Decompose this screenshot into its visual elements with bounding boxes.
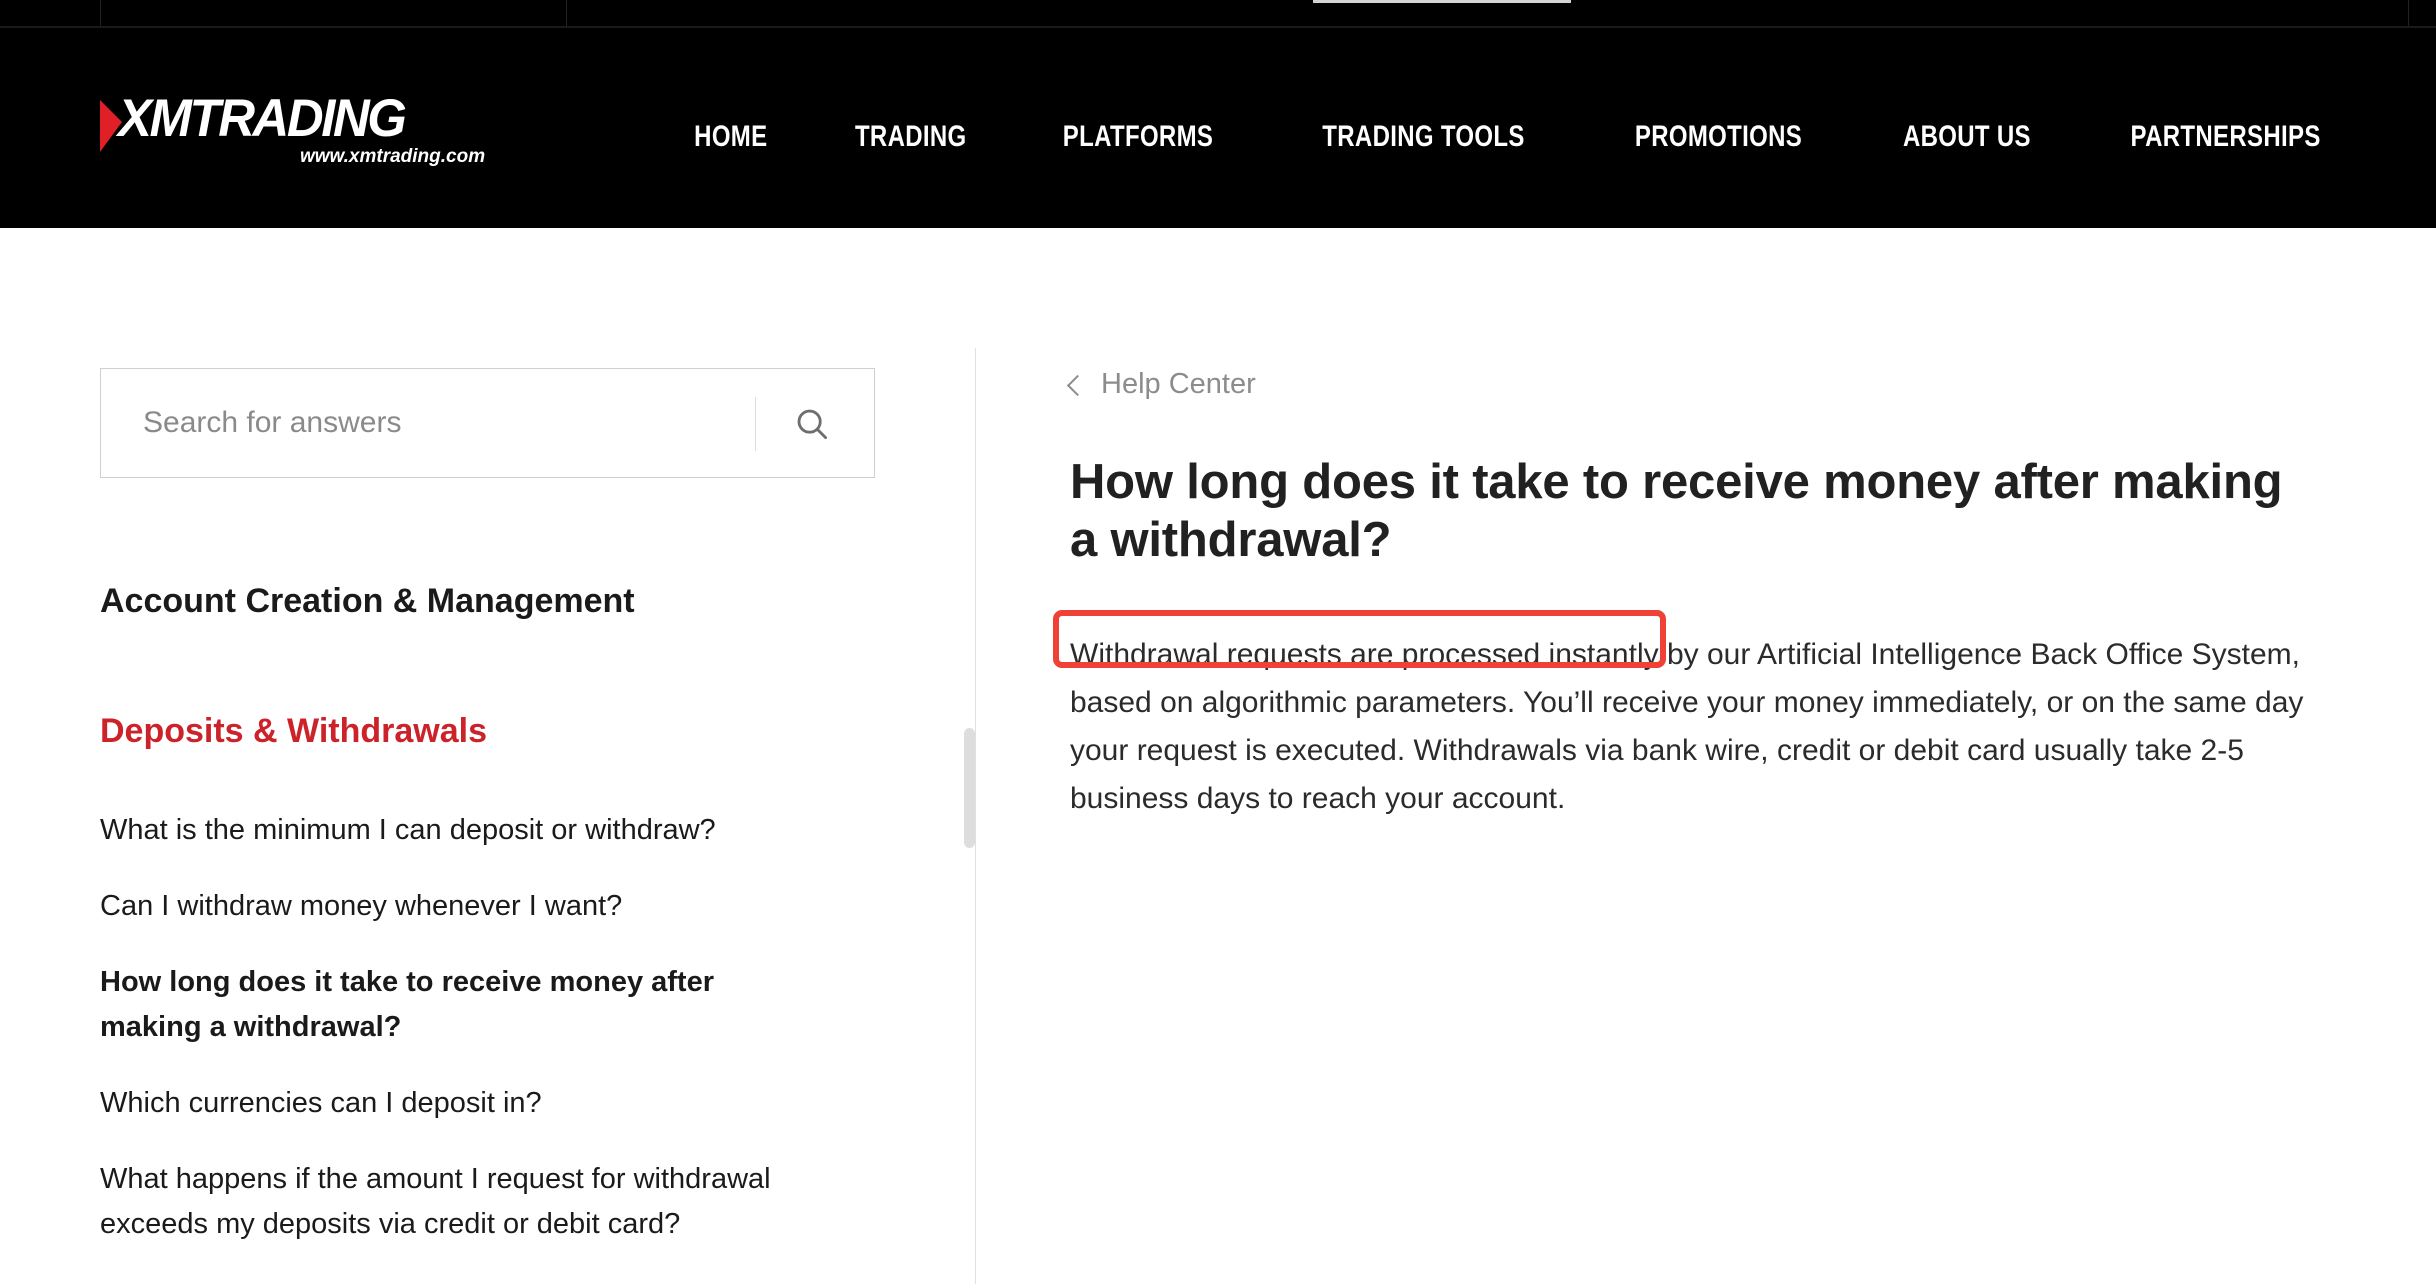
article-title: How long does it take to receive money a… xyxy=(1070,453,2300,569)
site-logo[interactable]: XMTRADING www.xmtrading.com xyxy=(100,88,520,178)
help-center-sidebar: Account Creation & Management Deposits &… xyxy=(100,368,880,478)
chevron-left-icon xyxy=(1067,374,1088,395)
sidebar-faq-list: What is the minimum I can deposit or wit… xyxy=(100,808,890,1278)
sidebar-faq-item-exceeds-deposits[interactable]: What happens if the amount I request for… xyxy=(100,1157,800,1247)
nav-item-promotions[interactable]: PROMOTIONS xyxy=(1609,120,1827,154)
search-box[interactable] xyxy=(100,368,875,478)
main-navigation: HOME TRADING PLATFORMS TRADING TOOLS PRO… xyxy=(653,120,2348,154)
site-header: XMTRADING www.xmtrading.com HOME TRADING… xyxy=(0,28,2436,228)
sidebar-faq-item-currencies[interactable]: Which currencies can I deposit in? xyxy=(100,1081,800,1126)
article-panel: Help Center How long does it take to rec… xyxy=(1070,368,2330,823)
sidebar-category-deposits-withdrawals[interactable]: Deposits & Withdrawals xyxy=(100,712,487,751)
chrome-divider-mid xyxy=(566,0,567,26)
nav-item-about-us[interactable]: ABOUT US xyxy=(1877,120,2056,154)
article-body: Withdrawal requests are processed instan… xyxy=(1070,631,2340,823)
search-icon xyxy=(793,405,831,443)
sidebar-faq-item-withdraw-whenever[interactable]: Can I withdraw money whenever I want? xyxy=(100,884,800,929)
breadcrumb-label: Help Center xyxy=(1101,368,1256,401)
column-divider xyxy=(975,348,976,1284)
faq-list-scrollbar[interactable] xyxy=(964,728,975,848)
search-button[interactable] xyxy=(778,397,846,451)
nav-item-partnerships[interactable]: PARTNERSHIPS xyxy=(2105,120,2321,154)
list-gap xyxy=(100,853,890,884)
list-gap xyxy=(100,1050,890,1081)
nav-item-trading[interactable]: TRADING xyxy=(829,120,992,154)
chrome-divider-left xyxy=(100,0,101,26)
nav-item-home[interactable]: HOME xyxy=(669,120,793,154)
list-gap xyxy=(100,1126,890,1157)
browser-chrome-strip xyxy=(0,0,2436,28)
nav-item-platforms[interactable]: PLATFORMS xyxy=(1038,120,1240,154)
nav-item-trading-tools[interactable]: TRADING TOOLS xyxy=(1296,120,1550,154)
page-content: Account Creation & Management Deposits &… xyxy=(0,228,2436,1284)
list-gap xyxy=(100,929,890,960)
search-divider xyxy=(755,397,756,451)
sidebar-category-account-creation[interactable]: Account Creation & Management xyxy=(100,582,635,621)
sidebar-faq-item-how-long-active[interactable]: How long does it take to receive money a… xyxy=(100,960,800,1050)
search-input[interactable] xyxy=(101,392,765,454)
logo-url-text: www.xmtrading.com xyxy=(300,146,485,168)
browser-tab-indicator xyxy=(1313,0,1571,3)
breadcrumb-help-center[interactable]: Help Center xyxy=(1070,368,1310,401)
logo-wordmark: XMTRADING xyxy=(118,88,405,149)
chrome-divider-right xyxy=(2408,0,2409,26)
sidebar-faq-item-minimum[interactable]: What is the minimum I can deposit or wit… xyxy=(100,808,800,853)
